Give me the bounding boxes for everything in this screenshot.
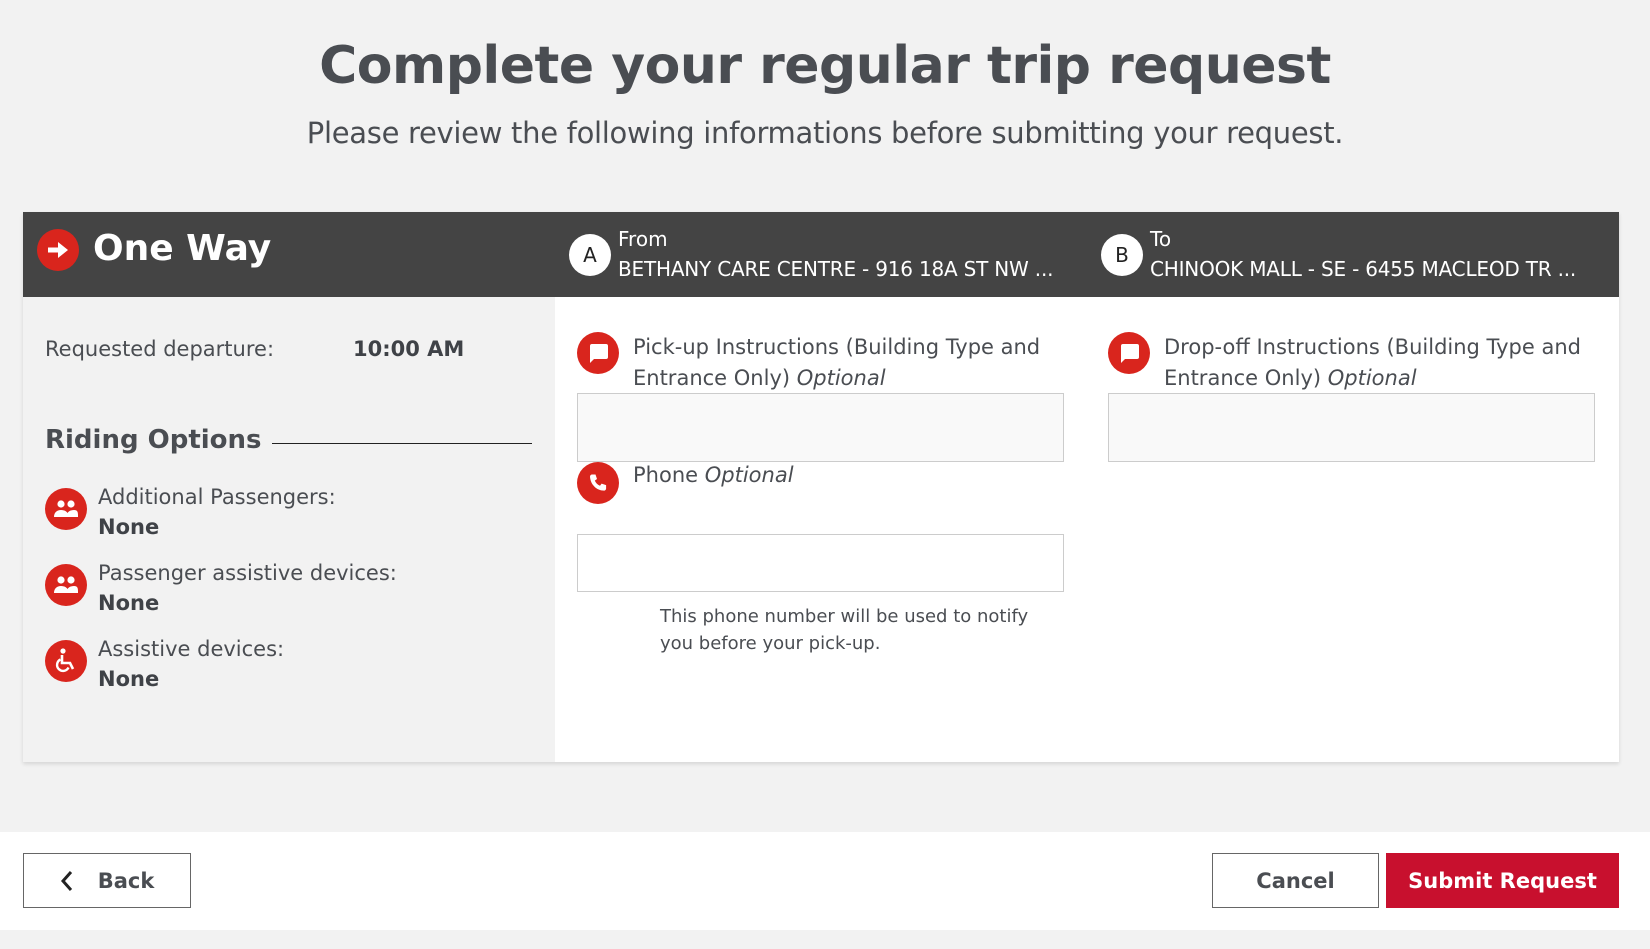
chevron-left-icon xyxy=(60,870,74,892)
phone-input[interactable] xyxy=(577,534,1064,592)
pickup-instructions-group: Pick-up Instructions (Building Type and … xyxy=(577,330,1067,470)
page-title: Complete your regular trip request xyxy=(319,36,1331,96)
origin-badge: A xyxy=(569,234,611,276)
optional-tag: Optional xyxy=(1327,366,1417,390)
optional-tag: Optional xyxy=(704,463,794,487)
pickup-instructions-input[interactable] xyxy=(577,393,1064,462)
back-button-label: Back xyxy=(97,868,155,893)
destination-badge: B xyxy=(1101,234,1143,276)
trip-header-bar: One Way A From BETHANY CARE CENTRE - 916… xyxy=(23,212,1619,297)
wheelchair-icon xyxy=(45,640,87,682)
dropoff-instructions-input[interactable] xyxy=(1108,393,1595,462)
origin-label: From xyxy=(618,227,668,251)
people-icon xyxy=(45,488,87,530)
destination-address: CHINOOK MALL - SE - 6455 MACLEOD TR ... xyxy=(1150,257,1577,281)
option-value: None xyxy=(98,515,160,539)
option-value: None xyxy=(98,667,160,691)
riding-options-title: Riding Options xyxy=(45,425,262,455)
option-label: Additional Passengers: xyxy=(98,485,336,509)
back-button[interactable]: Back xyxy=(23,853,191,908)
dropoff-instructions-label: Drop-off Instructions (Building Type and… xyxy=(1164,332,1604,394)
chat-bubble-icon xyxy=(577,332,619,374)
option-label: Passenger assistive devices: xyxy=(98,561,397,585)
departure-label: Requested departure: xyxy=(45,337,275,361)
submit-request-button[interactable]: Submit Request xyxy=(1386,853,1619,908)
cancel-button[interactable]: Cancel xyxy=(1212,853,1379,908)
optional-tag: Optional xyxy=(796,366,886,390)
trip-type-label: One Way xyxy=(93,228,272,269)
destination-stop: B To CHINOOK MALL - SE - 6455 MACLEOD TR… xyxy=(1101,212,1611,297)
destination-label: To xyxy=(1150,227,1172,251)
trip-summary-card: One Way A From BETHANY CARE CENTRE - 916… xyxy=(23,212,1619,762)
departure-value: 10:00 AM xyxy=(353,337,465,361)
dropoff-instructions-group: Drop-off Instructions (Building Type and… xyxy=(1108,330,1598,470)
phone-group: Phone Optional This phone number will be… xyxy=(577,460,1067,654)
origin-address: BETHANY CARE CENTRE - 916 18A ST NW ... xyxy=(618,257,1054,281)
arrow-right-circle-icon xyxy=(37,229,79,271)
origin-stop: A From BETHANY CARE CENTRE - 916 18A ST … xyxy=(569,212,1053,297)
pickup-instructions-label: Pick-up Instructions (Building Type and … xyxy=(633,332,1073,394)
page-subtitle: Please review the following informations… xyxy=(306,116,1344,150)
phone-label: Phone Optional xyxy=(633,460,1073,491)
phone-icon xyxy=(577,462,619,504)
footer-actions: Back Cancel Submit Request xyxy=(0,832,1650,930)
people-icon xyxy=(45,564,87,606)
option-value: None xyxy=(98,591,160,615)
phone-helper-text: This phone number will be used to notify… xyxy=(660,606,1029,654)
chat-bubble-icon xyxy=(1108,332,1150,374)
phone-label-text: Phone xyxy=(633,463,699,487)
option-label: Assistive devices: xyxy=(98,637,285,661)
trip-details-panel: Requested departure: 10:00 AM Riding Opt… xyxy=(23,297,555,762)
riding-options-divider xyxy=(272,443,532,444)
